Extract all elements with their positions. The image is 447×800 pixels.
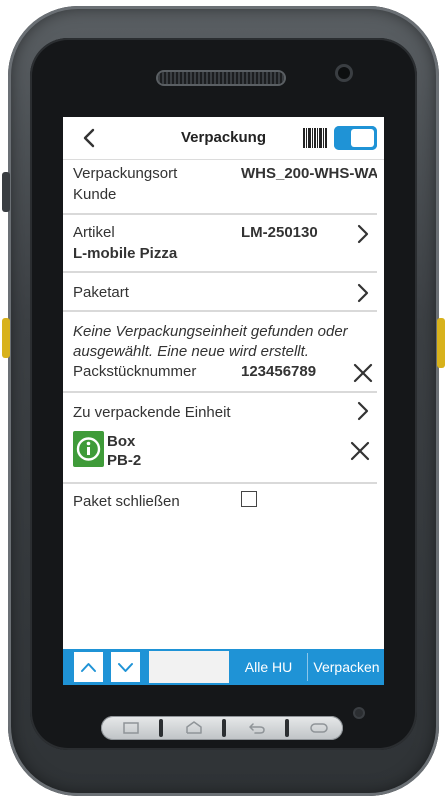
side-button-yellow-left [2, 318, 10, 358]
package-number-value: 123456789 [241, 363, 317, 380]
info-message: Keine Verpackungseinheit gefunden oder a… [73, 323, 377, 363]
scanner-toggle[interactable] [334, 126, 377, 150]
info-message-line2: ausgewählt. Eine neue wird erstellt. [73, 343, 309, 360]
remove-unit-icon[interactable] [349, 440, 371, 462]
customer-label: Kunde [73, 186, 117, 203]
chevron-right-icon[interactable] [355, 224, 371, 244]
chevron-right-icon[interactable] [355, 283, 371, 303]
close-package-checkbox[interactable] [241, 491, 257, 507]
scroll-down-button[interactable] [110, 651, 141, 683]
nav-separator [159, 719, 163, 737]
side-button-left [2, 172, 10, 212]
article-label: Artikel [73, 224, 115, 241]
divider [63, 482, 377, 484]
article-name: L-mobile Pizza [73, 245, 178, 262]
divider [63, 213, 377, 215]
side-button-yellow-right [437, 318, 445, 368]
chevron-down-icon [118, 663, 133, 672]
chevron-up-icon [81, 663, 96, 672]
scroll-up-button[interactable] [73, 651, 104, 683]
nav-separator [285, 719, 289, 737]
hardware-nav-bar [101, 716, 343, 740]
close-icon[interactable] [352, 362, 374, 384]
top-bar: Verpackung [63, 117, 384, 160]
article-number: LM-250130 [241, 224, 318, 241]
info-message-line1: Keine Verpackungseinheit gefunden oder [73, 323, 348, 340]
package-type-row[interactable]: Paketart [73, 283, 377, 306]
nav-separator [222, 719, 226, 737]
package-type-label: Paketart [73, 284, 129, 301]
unit-to-pack-label: Zu verpackende Einheit [73, 404, 231, 421]
all-hu-button[interactable]: Alle HU [231, 649, 306, 685]
app-screen: Verpackung Verpackungsort Kunde WHS_200-… [63, 117, 384, 685]
divider [63, 310, 377, 312]
packing-location-value: WHS_200-WHS-WA [241, 165, 377, 182]
packing-location-row: Verpackungsort Kunde WHS_200-WHS-WA [73, 165, 377, 207]
empty-action-slot [149, 651, 229, 683]
home-icon[interactable] [184, 721, 204, 735]
unit-to-pack-row[interactable]: Zu verpackende Einheit [73, 401, 377, 426]
package-number-label: Packstücknummer [73, 363, 197, 380]
speaker-grille [158, 72, 284, 84]
divider [63, 391, 377, 393]
close-package-label: Paket schließen [73, 493, 180, 510]
barcode-icon[interactable] [303, 128, 327, 148]
unit-item-code: PB-2 [107, 452, 142, 469]
divider [63, 271, 377, 273]
toggle-knob [351, 129, 374, 147]
chevron-right-icon[interactable] [355, 401, 371, 421]
unit-item-name: Box [107, 433, 136, 450]
button-separator [307, 653, 308, 681]
unit-item: Box PB-2 [73, 433, 377, 473]
bottom-bar: Alle HU Verpacken [63, 649, 384, 685]
close-package-row: Paket schließen [73, 493, 377, 515]
pack-button[interactable]: Verpacken [309, 649, 384, 685]
package-number-row: Packstücknummer 123456789 [73, 363, 377, 385]
packing-location-label: Verpackungsort [73, 165, 178, 182]
front-camera [338, 67, 350, 79]
light-sensor [355, 709, 363, 717]
menu-icon[interactable] [309, 721, 329, 735]
article-row[interactable]: Artikel L-mobile Pizza LM-250130 [73, 224, 377, 266]
recents-icon[interactable] [121, 721, 141, 735]
back-icon[interactable] [247, 721, 267, 735]
